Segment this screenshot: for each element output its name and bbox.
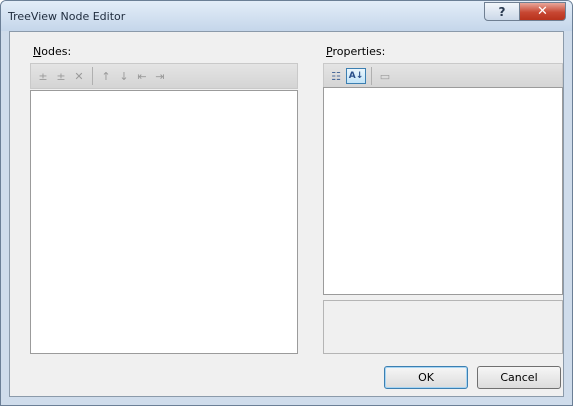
move-left-icon[interactable]: ⇤ [134, 68, 150, 84]
window-title: TreeView Node Editor [8, 10, 126, 23]
treeview-node-editor-dialog: TreeView Node Editor ? ✕ Nodes: ± ± ✕ ↑ … [0, 0, 573, 406]
move-down-icon[interactable]: ↓ [116, 68, 132, 84]
categorized-icon[interactable]: ☷ [328, 68, 344, 84]
toolbar-separator [92, 67, 93, 85]
move-up-icon[interactable]: ↑ [98, 68, 114, 84]
alphabetical-icon[interactable]: A↓ [346, 68, 366, 84]
delete-icon[interactable]: ✕ [71, 68, 87, 84]
close-button[interactable]: ✕ [519, 2, 566, 21]
property-pages-icon[interactable]: ▭ [377, 68, 393, 84]
add-child-icon[interactable]: ± [53, 68, 69, 84]
nodes-tree[interactable] [30, 90, 298, 354]
properties-toolbar: ☷ A↓ ▭ [323, 63, 563, 89]
ok-button[interactable]: OK [384, 366, 468, 389]
move-right-icon[interactable]: ⇥ [152, 68, 168, 84]
nodes-toolbar: ± ± ✕ ↑ ↓ ⇤ ⇥ [30, 63, 298, 89]
title-bar[interactable]: TreeView Node Editor ? ✕ [1, 1, 572, 31]
property-grid[interactable] [323, 87, 563, 295]
nodes-label: Nodes: [33, 45, 71, 58]
properties-label-text: roperties: [332, 45, 386, 58]
toolbar-separator [371, 67, 372, 85]
help-button[interactable]: ? [484, 2, 520, 21]
dialog-client-area: Nodes: ± ± ✕ ↑ ↓ ⇤ ⇥ Properties: ☷ A↓ ▭ … [9, 31, 564, 397]
help-icon: ? [498, 4, 506, 19]
add-root-icon[interactable]: ± [35, 68, 51, 84]
nodes-label-text: odes: [41, 45, 72, 58]
properties-label: Properties: [326, 45, 385, 58]
close-icon: ✕ [537, 4, 548, 19]
property-description-panel [323, 300, 563, 354]
nodes-label-mnemonic: N [33, 45, 42, 58]
cancel-button[interactable]: Cancel [477, 366, 561, 389]
